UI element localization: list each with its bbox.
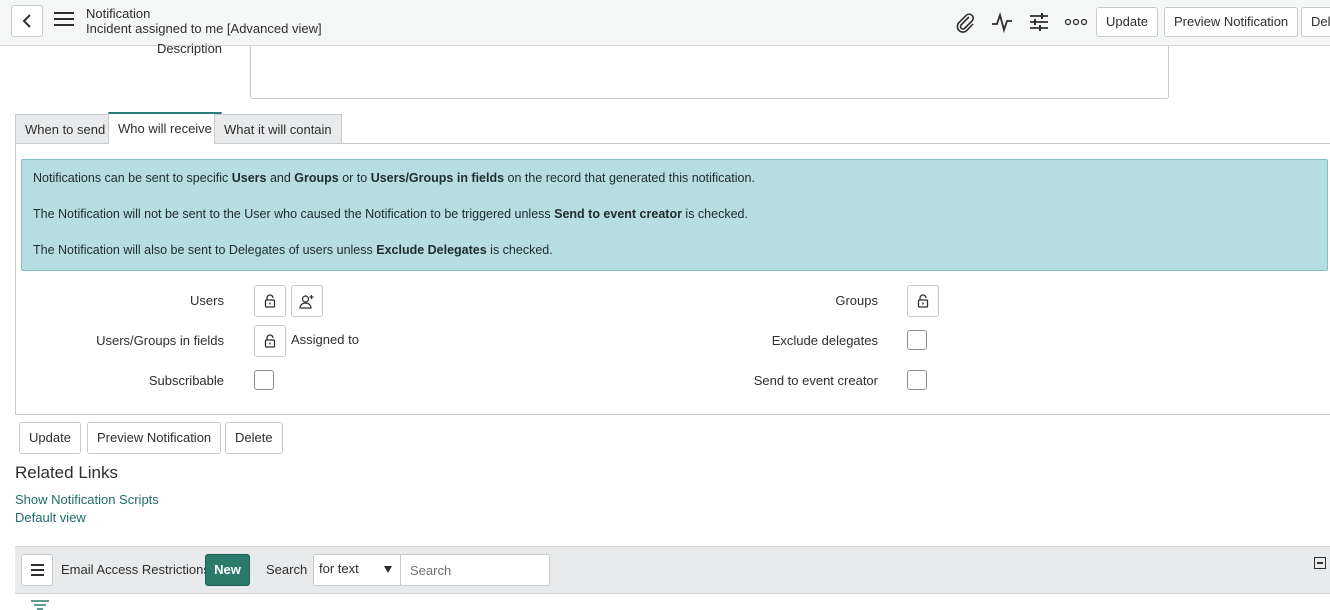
add-user-icon xyxy=(299,295,314,309)
filter-icon[interactable] xyxy=(30,600,50,610)
info-line-2: The Notification will not be sent to the… xyxy=(33,207,748,221)
users-add-me-button[interactable] xyxy=(291,285,323,317)
caret-down-icon xyxy=(384,566,392,573)
new-button[interactable]: New xyxy=(205,554,250,586)
related-links-title: Related Links xyxy=(15,463,119,482)
users-groups-in-fields-lock-button[interactable] xyxy=(254,325,286,357)
search-label: Search xyxy=(266,562,308,577)
tab-when-to-send[interactable]: When to send xyxy=(15,114,116,144)
tab-what-it-will-contain[interactable]: What it will contain xyxy=(214,114,342,144)
search-field-select-value: for text xyxy=(319,561,359,576)
info-message-box: Notifications can be sent to specific Us… xyxy=(21,159,1328,271)
lock-icon xyxy=(264,334,276,348)
header-update-button[interactable]: Update xyxy=(1096,7,1158,37)
page-subtitle: Incident assigned to me [Advanced view] xyxy=(86,21,322,36)
header-delete-button[interactable]: Del xyxy=(1301,7,1330,37)
groups-label: Groups xyxy=(835,293,878,308)
lock-icon xyxy=(917,294,929,308)
users-label: Users xyxy=(190,293,224,308)
send-to-event-creator-label: Send to event creator xyxy=(753,373,878,388)
tab-who-will-receive[interactable]: Who will receive xyxy=(108,112,222,144)
header-preview-notification-button[interactable]: Preview Notification xyxy=(1164,7,1299,37)
update-button[interactable]: Update xyxy=(19,422,81,454)
subscribable-label: Subscribable xyxy=(148,373,224,388)
search-input[interactable] xyxy=(400,554,550,586)
users-groups-in-fields-label: Users/Groups in fields xyxy=(96,333,224,348)
info-line-3: The Notification will also be sent to De… xyxy=(33,243,553,257)
exclude-delegates-checkbox[interactable] xyxy=(907,330,927,350)
search-field-select[interactable]: for text xyxy=(313,554,401,586)
description-textarea[interactable] xyxy=(250,46,1169,99)
page-title: Notification xyxy=(86,6,151,21)
delete-button[interactable]: Delete xyxy=(225,422,283,454)
related-list-menu-button[interactable] xyxy=(21,554,53,586)
paperclip-icon[interactable] xyxy=(953,10,977,34)
info-line-1: Notifications can be sent to specific Us… xyxy=(33,171,755,185)
back-button[interactable] xyxy=(11,5,43,37)
groups-lock-button[interactable] xyxy=(907,285,939,317)
header-title-block: Notification Incident assigned to me [Ad… xyxy=(86,6,322,36)
show-notification-scripts-link[interactable]: Show Notification Scripts xyxy=(15,492,159,507)
hamburger-menu-icon[interactable] xyxy=(54,12,76,32)
more-options-icon[interactable] xyxy=(1064,10,1088,34)
lock-icon xyxy=(264,294,276,308)
exclude-delegates-label: Exclude delegates xyxy=(771,333,878,348)
collapse-icon[interactable] xyxy=(1314,557,1326,569)
chevron-left-icon xyxy=(22,14,31,28)
subscribable-checkbox[interactable] xyxy=(254,370,274,390)
send-to-event-creator-checkbox[interactable] xyxy=(907,370,927,390)
default-view-link[interactable]: Default view xyxy=(15,510,86,525)
users-groups-in-fields-value: Assigned to xyxy=(291,332,359,347)
users-lock-button[interactable] xyxy=(254,285,286,317)
preview-notification-button[interactable]: Preview Notification xyxy=(87,422,222,454)
related-list-name: Email Access Restrictions xyxy=(61,562,210,577)
activity-pulse-icon[interactable] xyxy=(990,10,1014,34)
description-label: Description xyxy=(157,42,223,56)
settings-sliders-icon[interactable] xyxy=(1027,10,1051,34)
